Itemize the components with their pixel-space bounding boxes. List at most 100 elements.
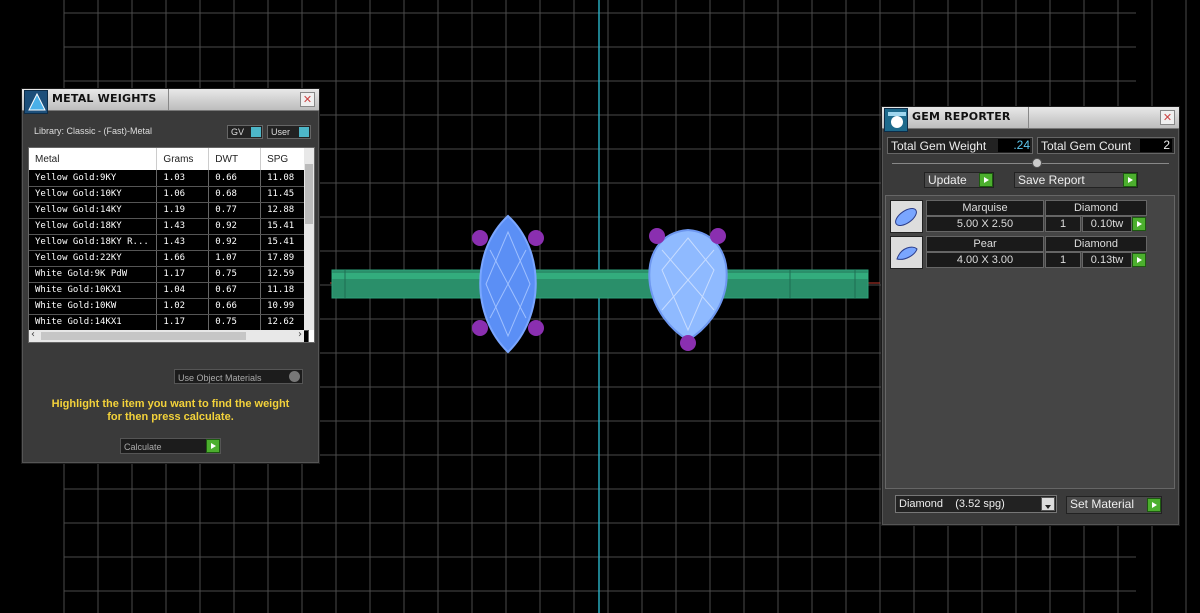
gem-weight: 0.10tw bbox=[1082, 216, 1132, 232]
table-row[interactable]: Yellow Gold:18KY R... 1.43 0.92 15.41 bbox=[29, 234, 309, 251]
material-select-value: Diamond (3.52 spg) bbox=[899, 498, 1005, 510]
metal-weights-titlebar[interactable]: METAL WEIGHTS ✕ bbox=[22, 89, 319, 114]
metal-table[interactable]: Metal Grams DWT SPG Yellow Gold:9KY 1.03 0.66… bbox=[28, 147, 315, 343]
table-row[interactable]: Yellow Gold:22KY 1.66 1.07 17.89 bbox=[29, 250, 309, 267]
gear-icon[interactable] bbox=[289, 371, 300, 382]
table-row[interactable]: Yellow Gold:14KY 1.19 0.77 12.88 bbox=[29, 202, 309, 219]
gem-reporter-panel: GEM REPORTER ✕ Total Gem Weight .24 Tota… bbox=[881, 106, 1180, 526]
prong bbox=[710, 228, 726, 244]
table-cell: 1.06 bbox=[156, 186, 210, 203]
prong bbox=[680, 335, 696, 351]
update-label: Update bbox=[928, 173, 967, 187]
table-row[interactable]: Yellow Gold:18KY 1.43 0.92 15.41 bbox=[29, 218, 309, 235]
column-header-spg[interactable]: SPG bbox=[260, 148, 309, 170]
divider-slider[interactable] bbox=[892, 158, 1169, 168]
prong bbox=[472, 320, 488, 336]
table-row[interactable]: White Gold:9K PdW 1.17 0.75 12.59 bbox=[29, 266, 309, 283]
table-cell: 1.43 bbox=[156, 234, 210, 251]
gem-count: 1 bbox=[1045, 252, 1081, 268]
table-cell: 15.41 bbox=[260, 218, 309, 235]
table-cell: White Gold:10KX1 bbox=[29, 282, 158, 299]
horizontal-scrollbar[interactable]: ‹ › bbox=[29, 329, 304, 342]
scroll-right-icon[interactable]: › bbox=[298, 329, 302, 340]
total-weight-box: Total Gem Weight .24 bbox=[887, 137, 1033, 154]
calculate-button[interactable]: Calculate bbox=[120, 438, 221, 454]
table-cell: 0.68 bbox=[208, 186, 262, 203]
column-header-grams[interactable]: Grams bbox=[156, 148, 210, 170]
close-icon[interactable]: ✕ bbox=[1160, 110, 1175, 125]
total-count-box: Total Gem Count 2 bbox=[1037, 137, 1175, 154]
set-material-button[interactable]: Set Material bbox=[1066, 496, 1162, 514]
gem-row-marquise[interactable]: Marquise Diamond 5.00 X 2.50 1 0.10tw bbox=[890, 200, 1147, 233]
gem-shape: Marquise bbox=[926, 200, 1044, 216]
column-header-metal[interactable]: Metal bbox=[29, 148, 158, 170]
gem-reporter-app-icon bbox=[884, 108, 908, 132]
use-object-materials-field[interactable]: Use Object Materials bbox=[174, 369, 303, 384]
table-row[interactable]: White Gold:14KX1 1.17 0.75 12.62 bbox=[29, 314, 309, 331]
gem-weight: 0.13tw bbox=[1082, 252, 1132, 268]
gem-reporter-titlebar[interactable]: GEM REPORTER ✕ bbox=[882, 107, 1179, 132]
pear-gem bbox=[648, 228, 728, 351]
table-cell: 1.02 bbox=[156, 298, 210, 315]
table-row[interactable]: White Gold:10KX1 1.04 0.67 11.18 bbox=[29, 282, 309, 299]
slider-knob-icon[interactable] bbox=[1032, 158, 1042, 168]
table-cell: 11.45 bbox=[260, 186, 309, 203]
gv-toggle[interactable]: GV bbox=[227, 125, 263, 139]
metal-weights-app-icon bbox=[24, 90, 48, 114]
table-cell: 0.67 bbox=[208, 282, 262, 299]
hint-text: Highlight the item you want to find the … bbox=[22, 398, 319, 424]
hint-line-2: for then press calculate. bbox=[107, 411, 234, 423]
update-button[interactable]: Update bbox=[924, 172, 994, 188]
total-count-value: 2 bbox=[1140, 139, 1172, 152]
gv-toggle-label: GV bbox=[231, 127, 245, 137]
gem-count: 1 bbox=[1045, 216, 1081, 232]
gem-material: Diamond bbox=[1045, 200, 1147, 216]
table-cell: 0.92 bbox=[208, 218, 262, 235]
calculate-label: Calculate bbox=[124, 442, 162, 452]
table-cell: 10.99 bbox=[260, 298, 309, 315]
close-icon[interactable]: ✕ bbox=[300, 92, 315, 107]
table-cell: White Gold:9K PdW bbox=[29, 266, 158, 283]
table-cell: White Gold:10KW bbox=[29, 298, 158, 315]
set-material-label: Set Material bbox=[1070, 497, 1135, 511]
chevron-down-icon[interactable] bbox=[1041, 497, 1055, 511]
library-label: Library: Classic - (Fast)-Metal bbox=[34, 126, 153, 136]
pear-thumbnail-icon bbox=[890, 236, 923, 269]
table-row[interactable]: Yellow Gold:10KY 1.06 0.68 11.45 bbox=[29, 186, 309, 203]
table-row[interactable]: Yellow Gold:9KY 1.03 0.66 11.08 bbox=[29, 170, 309, 187]
prong bbox=[528, 320, 544, 336]
gem-row-pear[interactable]: Pear Diamond 4.00 X 3.00 1 0.13tw bbox=[890, 236, 1147, 269]
table-cell: 15.41 bbox=[260, 234, 309, 251]
scroll-left-icon[interactable]: ‹ bbox=[31, 329, 35, 340]
marquise-thumbnail-icon bbox=[890, 200, 923, 233]
table-cell: 1.19 bbox=[156, 202, 210, 219]
go-arrow-icon[interactable] bbox=[1132, 253, 1146, 267]
go-arrow-icon bbox=[206, 439, 220, 453]
column-header-dwt[interactable]: DWT bbox=[208, 148, 262, 170]
total-weight-value: .24 bbox=[998, 139, 1030, 152]
toggle-knob-icon bbox=[251, 127, 261, 137]
go-arrow-icon[interactable] bbox=[1132, 217, 1146, 231]
user-toggle[interactable]: User bbox=[267, 125, 311, 139]
gem-material: Diamond bbox=[1045, 236, 1147, 252]
table-row[interactable]: White Gold:10KW 1.02 0.66 10.99 bbox=[29, 298, 309, 315]
use-object-materials-label: Use Object Materials bbox=[178, 373, 262, 383]
table-cell: 17.89 bbox=[260, 250, 309, 267]
metal-weights-title: METAL WEIGHTS bbox=[52, 92, 157, 105]
table-cell: 1.66 bbox=[156, 250, 210, 267]
total-count-label: Total Gem Count bbox=[1041, 139, 1132, 153]
table-cell: 0.66 bbox=[208, 170, 262, 187]
table-cell: 1.04 bbox=[156, 282, 210, 299]
table-cell: 0.66 bbox=[208, 298, 262, 315]
table-cell: Yellow Gold:14KY bbox=[29, 202, 158, 219]
go-arrow-icon bbox=[1147, 498, 1161, 512]
vertical-scrollbar[interactable] bbox=[304, 148, 314, 330]
marquise-gem bbox=[472, 214, 544, 354]
table-cell: White Gold:14KX1 bbox=[29, 314, 158, 331]
go-arrow-icon bbox=[979, 173, 993, 187]
table-cell: 12.59 bbox=[260, 266, 309, 283]
save-report-button[interactable]: Save Report bbox=[1014, 172, 1138, 188]
save-report-label: Save Report bbox=[1018, 173, 1085, 187]
material-select[interactable]: Diamond (3.52 spg) bbox=[895, 495, 1057, 513]
table-cell: Yellow Gold:10KY bbox=[29, 186, 158, 203]
